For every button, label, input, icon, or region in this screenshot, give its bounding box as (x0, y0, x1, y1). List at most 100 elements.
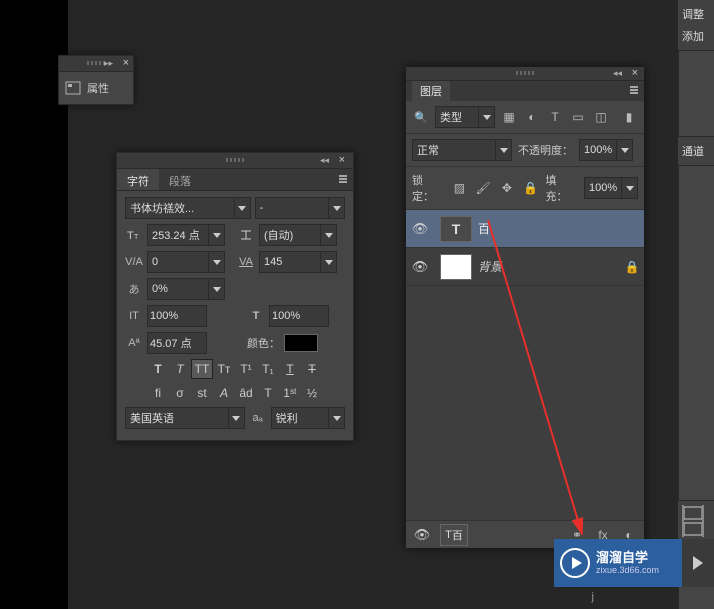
chevron-down-icon (328, 408, 344, 428)
tab-layers[interactable]: 图层 (412, 81, 450, 101)
italic-button[interactable]: T (169, 359, 191, 379)
filter-pixel-icon[interactable]: ▦ (500, 108, 518, 126)
tsume-dropdown[interactable]: 0% (147, 278, 225, 300)
subscript-button[interactable]: T₁ (257, 359, 279, 379)
filter-smart-icon[interactable]: ◫ (592, 108, 610, 126)
filter-type-icon[interactable]: T (546, 108, 564, 126)
eye-icon[interactable]: 👁 (406, 221, 434, 237)
chevron-down-icon (320, 252, 336, 272)
kerning-value: 0 (148, 256, 208, 268)
panel-header[interactable]: ▸▸ × (59, 56, 133, 72)
strikethrough-button[interactable]: T (301, 359, 323, 379)
document-icon (65, 81, 81, 95)
blend-mode-dropdown[interactable]: 正常 (412, 139, 512, 161)
horiz-scale-input[interactable]: 100% (269, 305, 329, 327)
fraction-button[interactable]: 1ˢᵗ (279, 383, 301, 403)
panel-header[interactable]: ◂◂ × (117, 153, 353, 169)
baseline-input[interactable]: 45.07 点 (147, 332, 207, 354)
leading-dropdown[interactable]: (自动) (259, 224, 337, 246)
bold-button[interactable]: T (147, 359, 169, 379)
channels-panel-tab[interactable]: 通道 (678, 136, 714, 166)
font-style-dropdown[interactable]: - (255, 197, 345, 219)
filter-shape-icon[interactable]: ▭ (569, 108, 587, 126)
close-icon[interactable]: × (123, 57, 129, 69)
fill-value: 100% (585, 182, 621, 194)
chevron-down-icon (328, 198, 344, 218)
play-button[interactable] (682, 539, 714, 587)
tracking-dropdown[interactable]: 145 (259, 251, 337, 273)
properties-body: 属性 (59, 72, 133, 104)
baseline-icon: Aª (125, 337, 143, 349)
lock-pixels-icon[interactable]: 🖌 (474, 179, 492, 197)
half-button[interactable]: ½ (301, 383, 323, 403)
collapse-icon[interactable]: ◂◂ (320, 155, 329, 166)
opacity-dropdown[interactable]: 100% (579, 139, 633, 161)
filter-toggle-icon[interactable]: ▮ (620, 108, 638, 126)
adjustments-panel-tab[interactable]: 调整 添加 (678, 0, 714, 51)
layer-name[interactable]: 背景 (478, 258, 620, 275)
lock-all-icon[interactable]: 🔒 (522, 179, 540, 197)
kerning-icon: V/A (125, 256, 143, 268)
layer-name[interactable]: 百 (478, 220, 644, 237)
collapse-icon[interactable]: ▸▸ (104, 58, 113, 69)
panel-menu-icon[interactable] (337, 173, 349, 188)
fill-dropdown[interactable]: 100% (584, 177, 638, 199)
tsume-icon: あ (125, 281, 143, 297)
smallcaps-button[interactable]: Tᴛ (213, 359, 235, 379)
lock-transparency-icon[interactable]: ▨ (451, 179, 469, 197)
layers-blend-row: 正常 不透明度： 100% (406, 134, 644, 167)
ligature-st-button[interactable]: st (191, 383, 213, 403)
superscript-button[interactable]: T¹ (235, 359, 257, 379)
ligature-fi-button[interactable]: fi (147, 383, 169, 403)
panel-menu-icon[interactable] (628, 84, 640, 99)
panel-header[interactable]: ◂◂ × (406, 67, 644, 81)
kerning-dropdown[interactable]: 0 (147, 251, 225, 273)
font-size-value: 253.24 点 (148, 227, 208, 243)
underline-button[interactable]: T (279, 359, 301, 379)
layer-item-text[interactable]: 👁 T 百 (406, 210, 644, 248)
lock-position-icon[interactable]: ✥ (498, 179, 516, 197)
close-icon[interactable]: × (632, 67, 638, 79)
chevron-down-icon (234, 198, 250, 218)
ordinal-button[interactable]: T (257, 383, 279, 403)
vert-scale-input[interactable]: 100% (147, 305, 207, 327)
opacity-label: 不透明度： (518, 142, 573, 158)
lock-label: 锁定： (412, 172, 445, 204)
grip-icon (87, 61, 105, 65)
blend-mode-value: 正常 (413, 142, 495, 158)
close-icon[interactable]: × (339, 154, 345, 166)
properties-panel: ▸▸ × 属性 (58, 55, 134, 105)
font-size-dropdown[interactable]: 253.24 点 (147, 224, 225, 246)
collapse-icon[interactable]: ◂◂ (613, 68, 622, 79)
antialias-icon: aₐ (249, 412, 267, 424)
swash-button[interactable]: A (213, 383, 235, 403)
titling-button[interactable]: ȃd (235, 383, 257, 403)
leading-icon (237, 228, 255, 242)
tab-character[interactable]: 字符 (117, 169, 159, 190)
antialias-value: 锐利 (272, 410, 328, 426)
lock-icon[interactable]: 🔒 (620, 260, 644, 274)
character-panel: ◂◂ × 字符 段落 书体坊禚效... - TT 253.24 点 (自动) V… (116, 152, 354, 441)
filter-kind-dropdown[interactable]: 类型 (435, 106, 495, 128)
search-icon: 🔍 (412, 111, 430, 124)
tab-paragraph[interactable]: 段落 (159, 169, 201, 190)
adjustments-label: 调整 (682, 6, 710, 22)
antialias-dropdown[interactable]: 锐利 (271, 407, 345, 429)
chevron-down-icon (478, 107, 494, 127)
baseline-value: 45.07 点 (150, 335, 192, 351)
filter-adjust-icon[interactable]: ◐ (523, 108, 541, 126)
eye-icon[interactable]: 👁 (406, 259, 434, 275)
layers-lock-row: 锁定： ▨ 🖌 ✥ 🔒 填充： 100% (406, 167, 644, 210)
language-dropdown[interactable]: 美国英语 (125, 407, 245, 429)
grip-icon (226, 158, 244, 162)
color-label: 颜色： (247, 335, 280, 351)
character-body: 书体坊禚效... - TT 253.24 点 (自动) V/A 0 VA 145… (117, 191, 353, 440)
layer-item-background[interactable]: 👁 背景 🔒 (406, 248, 644, 286)
text-style-row1: T T TT Tᴛ T¹ T₁ T T (125, 359, 345, 379)
color-swatch[interactable] (284, 334, 318, 352)
opacity-value: 100% (580, 144, 616, 156)
ligature-o-button[interactable]: σ (169, 383, 191, 403)
font-family-dropdown[interactable]: 书体坊禚效... (125, 197, 251, 219)
eye-icon[interactable]: 👁 (412, 527, 432, 543)
allcaps-button[interactable]: TT (191, 359, 213, 379)
